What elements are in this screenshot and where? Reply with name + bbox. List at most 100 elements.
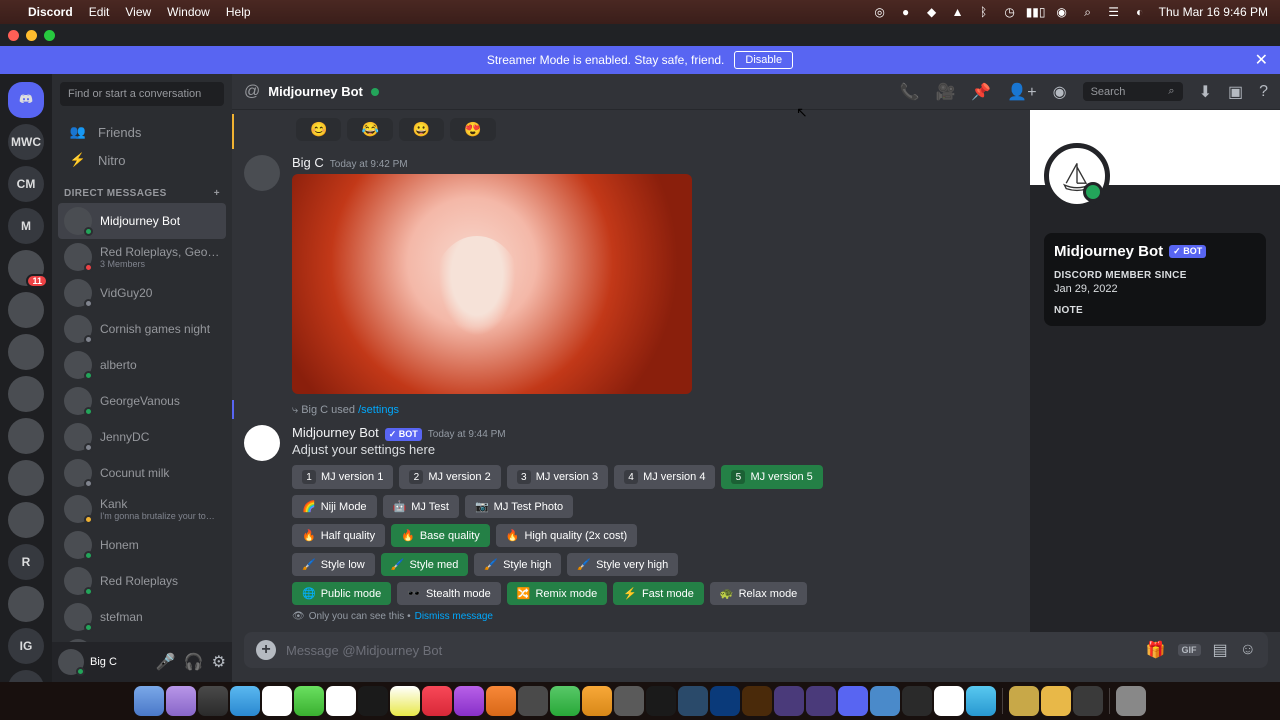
menubar-clock[interactable]: Thu Mar 16 9:46 PM — [1159, 5, 1268, 19]
settings-option-button[interactable]: 3MJ version 3 — [507, 465, 608, 489]
dm-item[interactable]: stefman — [58, 599, 226, 635]
home-button[interactable] — [8, 82, 44, 118]
message-author[interactable]: Big C — [292, 155, 324, 170]
banner-close-icon[interactable]: ✕ — [1255, 50, 1268, 70]
server-icon[interactable] — [8, 418, 44, 454]
pinned-icon[interactable]: 📌 — [971, 82, 991, 102]
inbox-tray-icon[interactable]: ▣ — [1228, 82, 1243, 102]
reaction[interactable]: 😊 — [296, 118, 341, 141]
settings-option-button[interactable]: 1MJ version 1 — [292, 465, 393, 489]
dm-item[interactable]: Cocunut milk — [58, 455, 226, 491]
server-icon[interactable] — [8, 334, 44, 370]
dock-app[interactable] — [422, 686, 452, 716]
settings-option-button[interactable]: 🔥High quality (2x cost) — [496, 524, 637, 547]
deafen-icon[interactable]: 🎧 — [184, 652, 204, 672]
settings-option-button[interactable]: 🖌️Style high — [474, 553, 561, 576]
dock-app[interactable] — [678, 686, 708, 716]
emoji-picker-icon[interactable]: ☺ — [1240, 641, 1256, 659]
settings-option-button[interactable]: 🔥Half quality — [292, 524, 385, 547]
inbox-icon[interactable]: ⬇ — [1199, 82, 1212, 102]
dock-app[interactable] — [326, 686, 356, 716]
slash-command-link[interactable]: /settings — [358, 404, 399, 416]
dock-app[interactable] — [454, 686, 484, 716]
window-minimize-button[interactable] — [26, 30, 37, 41]
dock-app[interactable] — [710, 686, 740, 716]
menubar-tool-icon[interactable]: ▲ — [951, 5, 965, 19]
settings-option-button[interactable]: 🐢Relax mode — [710, 582, 807, 605]
control-center-icon[interactable]: ☰ — [1107, 5, 1121, 19]
dock-app[interactable] — [486, 686, 516, 716]
dm-item[interactable]: Honem — [58, 527, 226, 563]
dock-trash[interactable] — [1116, 686, 1146, 716]
dock-app[interactable] — [358, 686, 388, 716]
menubar-window[interactable]: Window — [167, 5, 210, 19]
server-icon[interactable]: CM — [8, 166, 44, 202]
wifi-icon[interactable]: ◉ — [1055, 5, 1069, 19]
dm-item[interactable]: Red Roleplays — [58, 563, 226, 599]
dock-app[interactable] — [742, 686, 772, 716]
server-icon[interactable]: IG — [8, 628, 44, 664]
server-icon[interactable] — [8, 586, 44, 622]
menubar-sync-icon[interactable]: ◆ — [925, 5, 939, 19]
dock-app[interactable] — [1073, 686, 1103, 716]
nitro-nav[interactable]: ⚡ Nitro — [60, 146, 224, 174]
menubar-help[interactable]: Help — [226, 5, 251, 19]
server-icon[interactable] — [8, 502, 44, 538]
dismiss-link[interactable]: Dismiss message — [415, 611, 493, 622]
window-close-button[interactable] — [8, 30, 19, 41]
user-profile-icon[interactable]: ◉ — [1053, 82, 1067, 102]
dock-app[interactable] — [614, 686, 644, 716]
dock-app[interactable] — [230, 686, 260, 716]
spotlight-icon[interactable]: ⌕ — [1081, 5, 1095, 19]
dm-item[interactable]: Shadow — [58, 635, 226, 642]
server-icon[interactable] — [8, 460, 44, 496]
dm-item[interactable]: JennyDC — [58, 419, 226, 455]
dm-item[interactable]: Cornish games night — [58, 311, 226, 347]
dock-app[interactable] — [838, 686, 868, 716]
menubar-edit[interactable]: Edit — [89, 5, 110, 19]
settings-option-button[interactable]: 🖌️Style low — [292, 553, 375, 576]
dock-app[interactable] — [550, 686, 580, 716]
battery-icon[interactable]: ▮▮▯ — [1029, 5, 1043, 19]
dock-app[interactable] — [902, 686, 932, 716]
dock-app[interactable] — [262, 686, 292, 716]
dock-app[interactable] — [1009, 686, 1039, 716]
user-avatar[interactable] — [58, 649, 84, 675]
gif-button[interactable]: GIF — [1178, 644, 1201, 656]
header-search-input[interactable]: Search ⌕ — [1083, 82, 1183, 101]
dock-app[interactable] — [198, 686, 228, 716]
settings-option-button[interactable]: ⚡Fast mode — [613, 582, 704, 605]
message-input[interactable] — [286, 643, 1136, 658]
friends-nav[interactable]: 👥 Friends — [60, 118, 224, 146]
dock-app[interactable] — [166, 686, 196, 716]
bluetooth-icon[interactable]: ᛒ — [977, 5, 991, 19]
menubar-status-icon[interactable]: ◎ — [873, 5, 887, 19]
menubar-app-name[interactable]: Discord — [28, 5, 73, 19]
server-icon[interactable]: MGN1 — [8, 670, 44, 682]
dock-app[interactable] — [774, 686, 804, 716]
settings-option-button[interactable]: 2MJ version 2 — [399, 465, 500, 489]
disable-streamer-button[interactable]: Disable — [734, 51, 793, 69]
server-icon[interactable]: M — [8, 208, 44, 244]
profile-avatar[interactable] — [1044, 143, 1110, 209]
message-image-attachment[interactable] — [292, 174, 692, 394]
server-icon[interactable]: 11 — [8, 250, 44, 286]
dm-item[interactable]: Red Roleplays, Georg…3 Members — [58, 239, 226, 275]
dock-app[interactable] — [934, 686, 964, 716]
dock-app[interactable] — [582, 686, 612, 716]
mute-icon[interactable]: 🎤 — [156, 652, 176, 672]
dm-search-input[interactable]: Find or start a conversation — [60, 82, 224, 106]
message-author[interactable]: Midjourney Bot — [292, 425, 379, 440]
dock-app[interactable] — [518, 686, 548, 716]
settings-option-button[interactable]: 🖌️Style very high — [567, 553, 678, 576]
dock-app[interactable] — [646, 686, 676, 716]
window-maximize-button[interactable] — [44, 30, 55, 41]
dock-app[interactable] — [966, 686, 996, 716]
video-call-icon[interactable]: 🎥 — [935, 82, 955, 102]
reaction[interactable]: 😍 — [450, 118, 495, 141]
server-icon[interactable]: MWC — [8, 124, 44, 160]
settings-option-button[interactable]: 5MJ version 5 — [721, 465, 822, 489]
dm-item[interactable]: VidGuy20 — [58, 275, 226, 311]
voice-call-icon[interactable]: 📞 — [900, 82, 920, 102]
sticker-icon[interactable]: ▤ — [1213, 640, 1228, 660]
